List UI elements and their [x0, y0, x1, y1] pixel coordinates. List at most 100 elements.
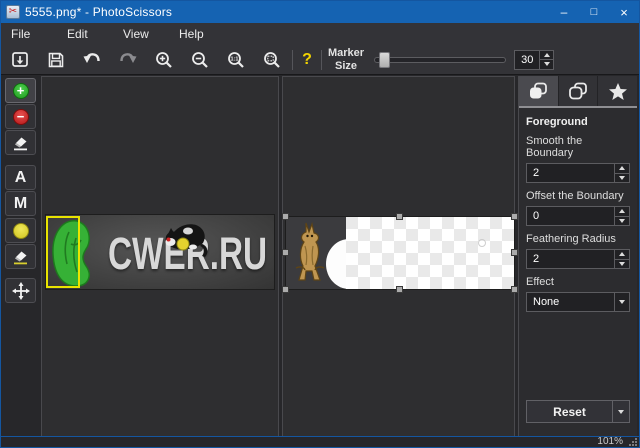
sidebar-tabs — [519, 76, 638, 106]
selection-rectangle[interactable] — [46, 216, 80, 288]
spin-up-button[interactable] — [615, 164, 629, 174]
letter-a-icon: A — [14, 168, 27, 186]
tool-strip: + − A M — [1, 75, 41, 436]
letter-m-icon: M — [13, 194, 28, 212]
spin-down-button[interactable] — [540, 60, 553, 69]
minimize-button[interactable]: – — [549, 1, 579, 23]
effect-dropdown[interactable]: None — [526, 292, 630, 312]
help-icon: ? — [302, 50, 312, 68]
effect-label: Effect — [526, 276, 554, 288]
background-marker-tool[interactable]: − — [5, 104, 36, 129]
red-minus-icon: − — [12, 108, 29, 125]
alpha-brush-tool[interactable]: A — [5, 165, 36, 190]
redo-button[interactable] — [110, 47, 146, 73]
title-bar[interactable]: ✂ 5555.png* - PhotoScissors – □ × — [1, 1, 639, 23]
spin-up-button[interactable] — [540, 51, 554, 60]
app-icon: ✂ — [6, 5, 20, 19]
redo-icon — [118, 50, 138, 70]
original-image[interactable]: CWER.RU — [45, 214, 275, 290]
maximize-button[interactable]: □ — [579, 1, 609, 23]
transparency-checkerboard — [286, 217, 514, 289]
undo-button[interactable] — [74, 47, 110, 73]
marker-size-label: Marker Size — [328, 46, 365, 72]
save-button[interactable] — [38, 47, 74, 73]
menu-edit[interactable]: Edit — [57, 27, 113, 41]
reset-dropdown-arrow[interactable] — [612, 401, 629, 422]
toolbar-separator — [292, 49, 293, 70]
result-canvas-panel[interactable] — [282, 76, 518, 437]
resize-grip[interactable] — [628, 437, 637, 446]
zoom-out-icon — [190, 50, 210, 70]
zoom-in-icon — [154, 50, 174, 70]
spin-down-button[interactable] — [615, 217, 629, 226]
resize-handle-bottom-left[interactable] — [282, 286, 289, 293]
zoom-out-button[interactable] — [182, 47, 218, 73]
help-button[interactable]: ? — [295, 47, 319, 73]
resize-handle-top-center[interactable] — [396, 213, 403, 220]
spin-down-button[interactable] — [615, 260, 629, 269]
open-button[interactable] — [2, 47, 38, 73]
resize-handle-top-right[interactable] — [511, 213, 518, 220]
spin-up-button[interactable] — [615, 207, 629, 217]
resize-handle-middle-left[interactable] — [282, 249, 289, 256]
resize-handle-bottom-center[interactable] — [396, 286, 403, 293]
window-title: 5555.png* - PhotoScissors — [25, 5, 173, 19]
spin-up-button[interactable] — [615, 250, 629, 260]
smooth-boundary-value[interactable]: 2 — [527, 164, 614, 182]
smooth-boundary-spinbox[interactable]: 2 — [526, 163, 630, 183]
slider-track — [374, 56, 507, 63]
remaining-background-region — [286, 217, 346, 289]
original-canvas-panel[interactable]: CWER.RU — [41, 76, 279, 437]
tab-foreground[interactable] — [519, 76, 559, 106]
reset-button-label: Reset — [553, 404, 586, 419]
move-tool[interactable] — [5, 278, 36, 303]
offset-boundary-spinbox[interactable]: 0 — [526, 206, 630, 226]
menu-bar: File Edit View Help — [1, 23, 639, 45]
yellow-eraser-tool[interactable] — [5, 244, 36, 269]
cat-figure — [158, 216, 212, 258]
spin-down-button[interactable] — [615, 174, 629, 183]
mask-tool[interactable]: M — [5, 191, 36, 216]
reset-button[interactable]: Reset — [526, 400, 630, 423]
offset-boundary-label: Offset the Boundary — [526, 190, 624, 202]
foreground-tab-icon — [528, 82, 548, 100]
effect-value[interactable]: None — [527, 293, 614, 311]
save-icon — [46, 50, 66, 70]
tab-background[interactable] — [558, 76, 599, 106]
marker-size-value[interactable]: 30 — [515, 51, 539, 69]
toolbar-separator — [321, 49, 322, 70]
marker-size-slider[interactable] — [374, 51, 507, 68]
yellow-eraser-icon — [11, 248, 30, 265]
result-image[interactable] — [282, 213, 518, 293]
slider-thumb[interactable] — [379, 51, 391, 68]
menu-view[interactable]: View — [113, 27, 169, 41]
resize-handle-top-left[interactable] — [282, 213, 289, 220]
photoscissors-window: ✂ 5555.png* - PhotoScissors – □ × File E… — [0, 0, 640, 448]
menu-help[interactable]: Help — [169, 27, 225, 41]
dropdown-arrow-icon[interactable] — [615, 293, 629, 311]
star-icon — [608, 82, 628, 101]
zoom-in-button[interactable] — [146, 47, 182, 73]
feathering-radius-label: Feathering Radius — [526, 233, 616, 245]
feathering-radius-spinbox[interactable]: 2 — [526, 249, 630, 269]
zoom-fit-button[interactable] — [254, 47, 290, 73]
resize-handle-bottom-right[interactable] — [511, 286, 518, 293]
faint-residue-mark — [478, 239, 486, 247]
offset-boundary-value[interactable]: 0 — [527, 207, 614, 225]
eraser-tool[interactable] — [5, 130, 36, 155]
feathering-radius-value[interactable]: 2 — [527, 250, 614, 268]
foreground-marker-tool[interactable]: + — [5, 78, 36, 103]
yellow-marker-tool[interactable] — [5, 218, 36, 243]
eraser-icon — [11, 134, 30, 151]
settings-sidebar: Foreground Smooth the Boundary 2 Offset … — [518, 76, 638, 437]
close-button[interactable]: × — [609, 1, 639, 23]
resize-handle-middle-right[interactable] — [511, 249, 518, 256]
tab-effects[interactable] — [598, 76, 638, 106]
green-plus-icon: + — [12, 82, 29, 99]
undo-icon — [82, 50, 102, 70]
main-toolbar: 1:1 ? Marker Size 30 — [1, 45, 639, 75]
zoom-actual-button[interactable]: 1:1 — [218, 47, 254, 73]
marker-size-spinbox[interactable]: 30 — [514, 49, 555, 70]
zoom-actual-icon: 1:1 — [226, 50, 246, 70]
menu-file[interactable]: File — [1, 27, 57, 41]
